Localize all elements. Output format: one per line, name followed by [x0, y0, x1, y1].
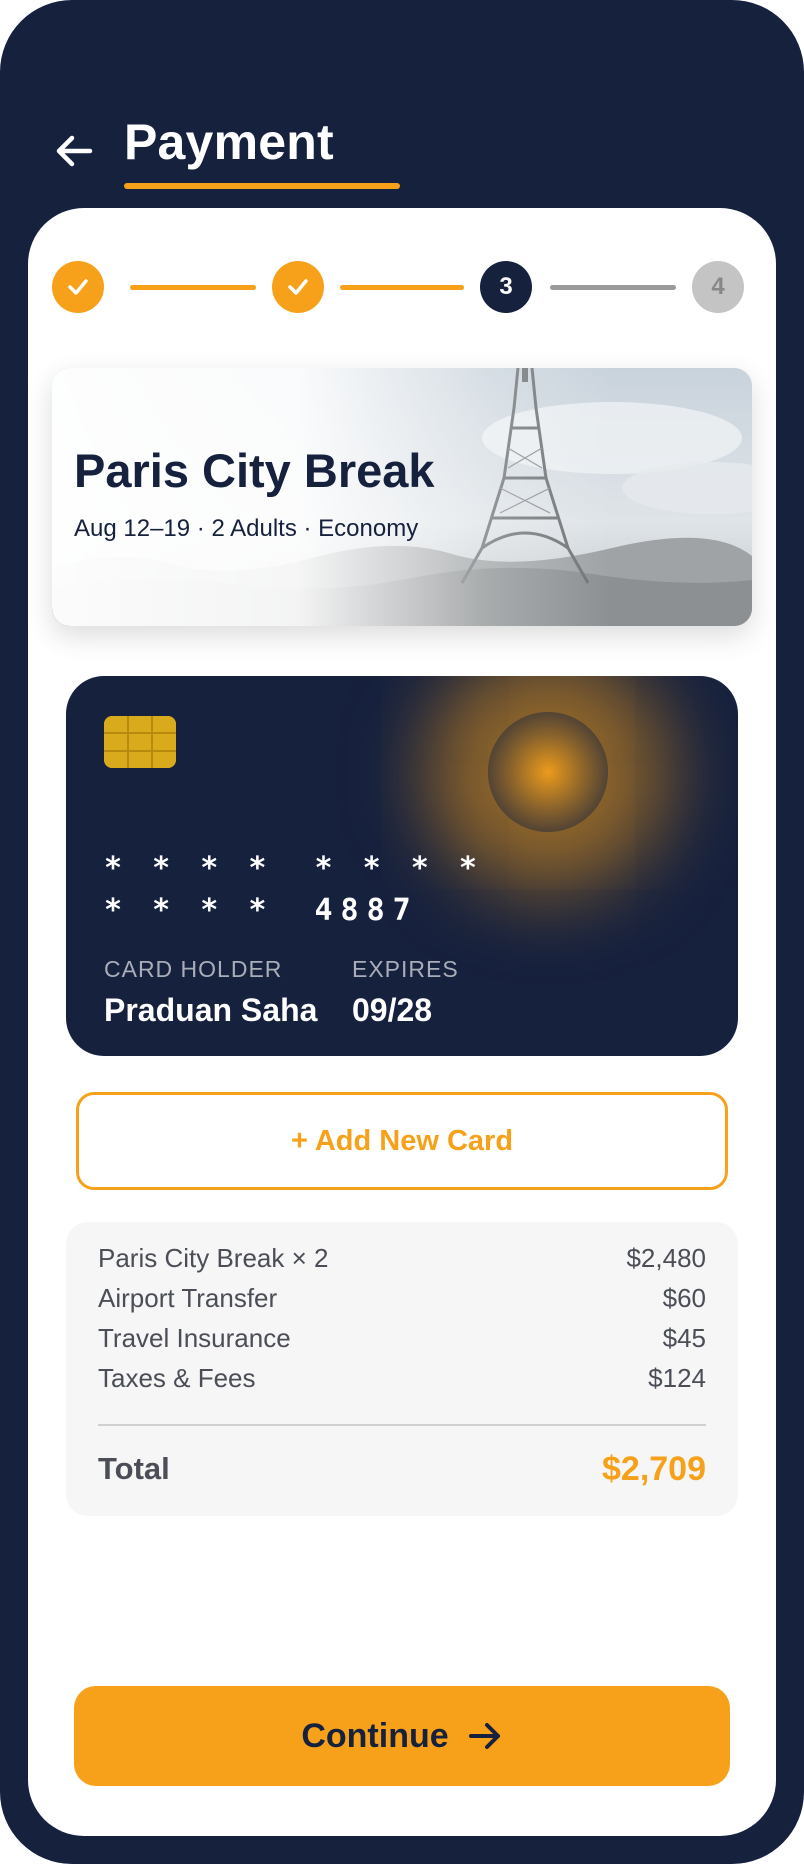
step-4-label: 4 — [711, 273, 725, 300]
continue-button[interactable]: Continue — [74, 1686, 730, 1786]
step-3[interactable]: 3 — [480, 261, 532, 313]
page-title: Payment — [124, 114, 334, 170]
continue-label: Continue — [301, 1716, 449, 1755]
arrow-right-icon — [468, 1723, 500, 1749]
arrow-left-icon — [56, 135, 93, 167]
step-connector-2 — [340, 285, 464, 290]
card-number-group: * * * * — [104, 893, 273, 928]
chip-icon — [104, 716, 176, 768]
payment-card[interactable]: * * * * * * * * * * * * 4887 CARD HOLDER… — [66, 676, 738, 1056]
trip-title: Paris City Break — [74, 444, 435, 497]
price-summary: Paris City Break × 2 $2,480 Airport Tran… — [66, 1222, 738, 1516]
card-glow — [488, 712, 608, 832]
card-holder-label: CARD HOLDER — [104, 956, 283, 982]
summary-item-amount: $45 — [662, 1322, 706, 1353]
expires-label: EXPIRES — [352, 956, 459, 982]
expires-value: 09/28 — [352, 992, 433, 1028]
summary-row: Travel Insurance $45 — [98, 1318, 706, 1358]
card-number: * * * * * * * * * * * * 4887 — [104, 848, 704, 928]
trip-summary-card: Paris City Break Aug 12–19 · 2 Adults · … — [52, 368, 752, 626]
title-underline — [124, 183, 400, 189]
step-3-label: 3 — [499, 273, 513, 300]
summary-row: Taxes & Fees $124 — [98, 1358, 706, 1398]
summary-divider — [98, 1424, 706, 1426]
card-holder-name: Praduan Saha — [104, 992, 318, 1028]
step-connector-1 — [130, 285, 256, 290]
add-new-card-button[interactable]: + Add New Card — [76, 1092, 728, 1190]
card-number-group: * * * * — [104, 851, 273, 886]
summary-item-label: Paris City Break × 2 — [98, 1242, 329, 1273]
total-row: Total $2,709 — [98, 1444, 706, 1494]
summary-item-amount: $124 — [648, 1362, 706, 1393]
summary-item-amount: $60 — [662, 1282, 706, 1313]
progress-stepper: 3 4 — [28, 208, 776, 328]
card-last-four: 4887 — [314, 893, 419, 928]
summary-row: Airport Transfer $60 — [98, 1278, 706, 1318]
check-icon — [288, 279, 308, 295]
card-number-group: * * * * — [314, 851, 483, 886]
summary-item-amount: $2,480 — [626, 1242, 706, 1273]
check-icon — [68, 279, 88, 295]
phone-frame: Payment 3 4 Paris City Break Aug 12–19 ·… — [0, 0, 804, 1864]
app-header: Payment — [0, 0, 804, 208]
summary-item-label: Taxes & Fees — [98, 1362, 256, 1393]
step-1[interactable] — [52, 261, 104, 313]
summary-row: Paris City Break × 2 $2,480 — [98, 1238, 706, 1278]
summary-item-label: Airport Transfer — [98, 1282, 278, 1313]
total-label: Total — [98, 1451, 170, 1486]
step-4[interactable]: 4 — [692, 261, 744, 313]
main-content: 3 4 Paris City Break Aug 12–19 · 2 Adult… — [28, 208, 776, 1836]
trip-subtitle: Aug 12–19 · 2 Adults · Economy — [74, 515, 419, 542]
step-connector-3 — [550, 285, 676, 290]
summary-item-label: Travel Insurance — [98, 1322, 291, 1353]
step-2[interactable] — [272, 261, 324, 313]
back-button[interactable] — [50, 128, 98, 174]
total-value: $2,709 — [602, 1449, 706, 1488]
